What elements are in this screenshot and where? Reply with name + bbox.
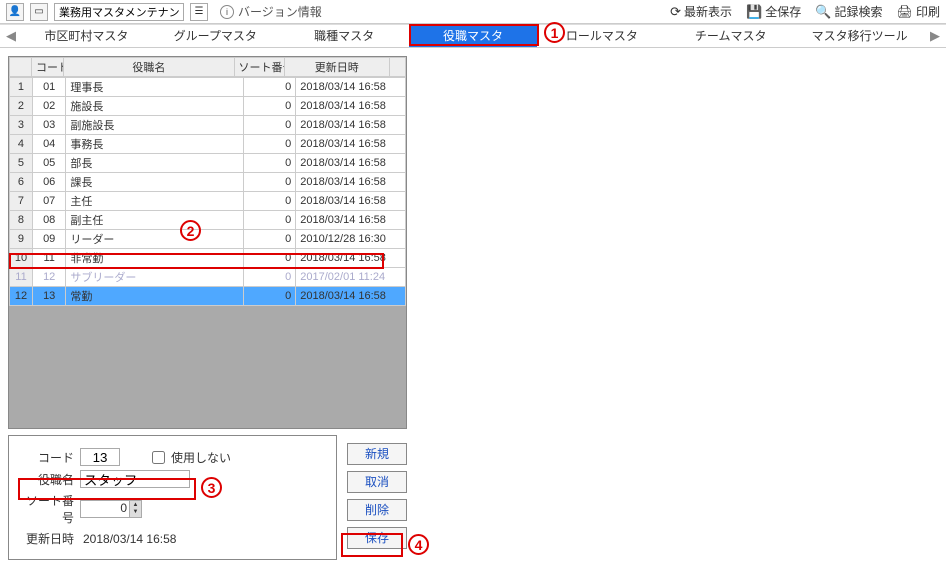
table-row[interactable]: 1011非常勤02018/03/14 16:58 bbox=[10, 249, 406, 268]
tab-bar: ◀ 市区町村マスタグループマスタ職種マスタ役職マスタロールマスタチームマスタマス… bbox=[0, 24, 946, 48]
list-icon[interactable]: ☰ bbox=[190, 3, 208, 21]
name-input[interactable] bbox=[80, 470, 190, 488]
table-row[interactable]: 606課長02018/03/14 16:58 bbox=[10, 173, 406, 192]
table-row[interactable]: 505部長02018/03/14 16:58 bbox=[10, 154, 406, 173]
sort-input[interactable]: 0 ▲ ▼ bbox=[80, 500, 142, 518]
tab-prev-icon[interactable]: ◀ bbox=[0, 25, 22, 47]
date-label: 更新日時 bbox=[19, 530, 74, 547]
tab-グループマスタ[interactable]: グループマスタ bbox=[151, 25, 280, 47]
spin-down-icon[interactable]: ▼ bbox=[129, 508, 141, 517]
sort-label: ソート番号 bbox=[19, 492, 74, 526]
col-code-header[interactable]: コード bbox=[32, 58, 64, 77]
button-column: 新規 取消 削除 保存 bbox=[347, 435, 407, 560]
disable-label: 使用しない bbox=[171, 449, 231, 466]
tabs-container: 市区町村マスタグループマスタ職種マスタ役職マスタロールマスタチームマスタマスタ移… bbox=[22, 25, 924, 47]
tab-next-icon[interactable]: ▶ bbox=[924, 25, 946, 47]
top-right-actions: ⟳最新表示 💾全保存 🔍記録検索 🖨印刷 bbox=[670, 3, 940, 20]
delete-button[interactable]: 削除 bbox=[347, 499, 407, 521]
save-icon: 💾 bbox=[746, 4, 762, 20]
top-bar: 👤 ▭ ☰ i バージョン情報 ⟳最新表示 💾全保存 🔍記録検索 🖨印刷 bbox=[0, 0, 946, 24]
left-pane: コード 役職名 ソート番号 更新日時 101理事長02018/03/14 16:… bbox=[0, 48, 415, 568]
code-input[interactable] bbox=[80, 448, 120, 466]
col-name-header[interactable]: 役職名 bbox=[64, 58, 234, 77]
col-date-header[interactable]: 更新日時 bbox=[284, 58, 389, 77]
table-row[interactable]: 1213常勤02018/03/14 16:58 bbox=[10, 287, 406, 306]
tab-ロールマスタ[interactable]: ロールマスタ bbox=[537, 25, 666, 47]
name-label: 役職名 bbox=[19, 471, 74, 488]
col-idx-header bbox=[10, 58, 32, 77]
window-title-input[interactable] bbox=[54, 3, 184, 21]
table-row[interactable]: 303副施設長02018/03/14 16:58 bbox=[10, 116, 406, 135]
tab-役職マスタ[interactable]: 役職マスタ bbox=[409, 25, 538, 47]
version-info[interactable]: i バージョン情報 bbox=[220, 3, 322, 20]
form-button-row: コード 使用しない 役職名 ソート番号 0 ▲ ▼ bbox=[8, 435, 407, 560]
grid-wrap: コード 役職名 ソート番号 更新日時 101理事長02018/03/14 16:… bbox=[8, 56, 407, 429]
refresh-button[interactable]: ⟳最新表示 bbox=[670, 3, 732, 20]
print-icon: 🖨 bbox=[896, 4, 913, 20]
tab-市区町村マスタ[interactable]: 市区町村マスタ bbox=[22, 25, 151, 47]
date-value: 2018/03/14 16:58 bbox=[80, 532, 179, 546]
table-row[interactable]: 707主任02018/03/14 16:58 bbox=[10, 192, 406, 211]
tab-チームマスタ[interactable]: チームマスタ bbox=[666, 25, 795, 47]
main-area: コード 役職名 ソート番号 更新日時 101理事長02018/03/14 16:… bbox=[0, 48, 946, 568]
info-icon: i bbox=[220, 5, 234, 19]
new-button[interactable]: 新規 bbox=[347, 443, 407, 465]
save-button[interactable]: 保存 bbox=[347, 527, 407, 549]
scroll-spacer bbox=[389, 58, 405, 77]
grid-rows: 101理事長02018/03/14 16:58202施設長02018/03/14… bbox=[9, 77, 406, 306]
cancel-button[interactable]: 取消 bbox=[347, 471, 407, 493]
table-row[interactable]: 1112サブリーダー02017/02/01 11:24 bbox=[10, 268, 406, 287]
table-row[interactable]: 909リーダー02010/12/28 16:30 bbox=[10, 230, 406, 249]
print-button[interactable]: 🖨印刷 bbox=[896, 3, 940, 20]
user-icon[interactable]: 👤 bbox=[6, 3, 24, 21]
version-info-label: バージョン情報 bbox=[238, 3, 322, 20]
search-log-button[interactable]: 🔍記録検索 bbox=[815, 3, 882, 20]
refresh-icon: ⟳ bbox=[670, 4, 681, 20]
table-row[interactable]: 808副主任02018/03/14 16:58 bbox=[10, 211, 406, 230]
table-row[interactable]: 101理事長02018/03/14 16:58 bbox=[10, 78, 406, 97]
table-row[interactable]: 404事務長02018/03/14 16:58 bbox=[10, 135, 406, 154]
expand-icon[interactable]: ▭ bbox=[30, 3, 48, 21]
table-row[interactable]: 202施設長02018/03/14 16:58 bbox=[10, 97, 406, 116]
col-sort-header[interactable]: ソート番号 bbox=[234, 58, 284, 77]
form-panel: コード 使用しない 役職名 ソート番号 0 ▲ ▼ bbox=[8, 435, 337, 560]
tab-マスタ移行ツール[interactable]: マスタ移行ツール bbox=[795, 25, 924, 47]
grid-header: コード 役職名 ソート番号 更新日時 bbox=[9, 57, 406, 77]
code-label: コード bbox=[19, 449, 74, 466]
tab-職種マスタ[interactable]: 職種マスタ bbox=[280, 25, 409, 47]
search-icon: 🔍 bbox=[815, 4, 831, 20]
save-all-button[interactable]: 💾全保存 bbox=[746, 3, 801, 20]
grid-body[interactable]: 101理事長02018/03/14 16:58202施設長02018/03/14… bbox=[9, 77, 406, 428]
disable-checkbox[interactable] bbox=[152, 451, 165, 464]
